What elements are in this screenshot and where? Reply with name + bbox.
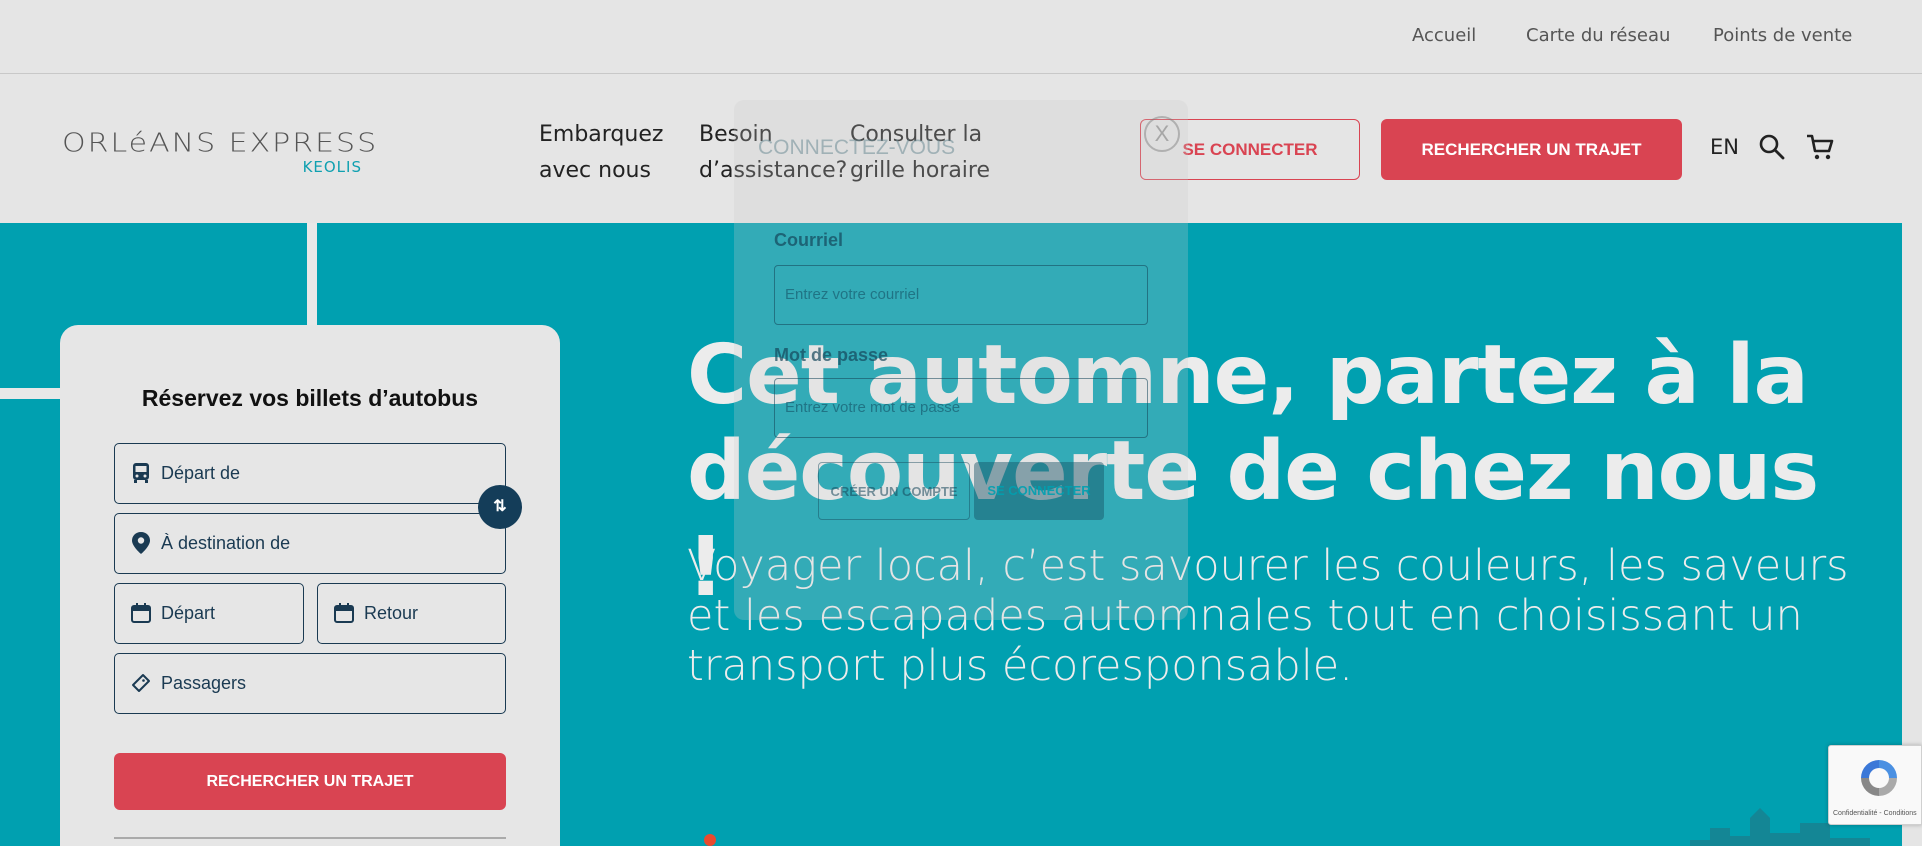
decorative-road-vertical — [307, 223, 317, 326]
logo-brand: ORLéANS EXPRESS — [62, 128, 379, 159]
password-field[interactable]: Entrez votre mot de passe — [774, 378, 1148, 438]
departure-city-placeholder: Départ de — [161, 463, 241, 483]
card-divider — [114, 837, 506, 839]
link-points-de-vente[interactable]: Points de vente — [1713, 25, 1852, 46]
language-toggle[interactable]: EN — [1710, 135, 1739, 159]
nav-embarquez-line1: Embarquez — [539, 122, 664, 147]
login-modal-title: CONNECTEZ-VOUS — [758, 136, 956, 159]
destination-city-placeholder: À destination de — [161, 533, 291, 553]
booking-card: Réservez vos billets d’autobus Départ de… — [60, 325, 560, 846]
departure-date-placeholder: Départ — [161, 603, 216, 623]
nav-embarquez[interactable]: Embarquez avec nous — [539, 117, 663, 189]
return-date-field[interactable]: Retour — [317, 583, 506, 644]
email-placeholder: Entrez votre courriel — [785, 286, 920, 303]
departure-date-field[interactable]: Départ — [114, 583, 304, 644]
cart-icon[interactable] — [1805, 133, 1834, 161]
passengers-placeholder: Passagers — [161, 673, 247, 693]
password-placeholder: Entrez votre mot de passe — [785, 399, 961, 416]
recaptcha-badge[interactable]: Confidentialité - Conditions — [1828, 745, 1922, 825]
booking-title: Réservez vos billets d’autobus — [141, 385, 479, 411]
link-accueil[interactable]: Accueil — [1412, 25, 1476, 46]
logo-sub: KEOLIS — [302, 158, 362, 176]
login-modal: CONNECTEZ-VOUS X Courriel Entrez votre c… — [734, 100, 1188, 620]
bus-icon — [129, 461, 153, 485]
calendar-icon — [332, 601, 356, 625]
recaptcha-icon — [1861, 760, 1897, 796]
calendar-icon — [129, 601, 153, 625]
passengers-field[interactable]: Passagers — [114, 653, 506, 714]
utility-bar: Accueil Carte du réseau Points de vente — [0, 0, 1922, 74]
departure-city-field[interactable]: Départ de — [114, 443, 506, 504]
booking-search-button[interactable]: RECHERCHER UN TRAJET — [114, 753, 506, 810]
header-search-trip-button[interactable]: RECHERCHER UN TRAJET — [1381, 119, 1682, 180]
create-account-button[interactable]: CRÉER UN COMPTE — [818, 462, 970, 520]
email-label: Courriel — [774, 230, 844, 250]
return-date-placeholder: Retour — [364, 603, 419, 623]
logo[interactable]: ORLéANS EXPRESS KEOLIS — [62, 128, 379, 176]
search-icon[interactable] — [1758, 133, 1786, 161]
password-label: Mot de passe — [774, 345, 889, 365]
nav-embarquez-line2: avec nous — [539, 158, 651, 183]
hero-illustration-leaf-icon — [704, 834, 716, 846]
ticket-icon — [129, 671, 153, 695]
decorative-road-horizontal — [0, 388, 62, 399]
location-pin-icon — [129, 531, 153, 555]
destination-city-field[interactable]: À destination de — [114, 513, 506, 574]
email-field[interactable]: Entrez votre courriel — [774, 265, 1148, 325]
close-icon[interactable]: X — [1144, 116, 1180, 152]
swap-cities-button[interactable]: ⇅ — [478, 485, 522, 529]
recaptcha-text: Confidentialité - Conditions — [1833, 810, 1917, 817]
modal-login-button[interactable]: SE CONNECTER — [974, 462, 1104, 520]
link-carte-reseau[interactable]: Carte du réseau — [1526, 25, 1670, 46]
